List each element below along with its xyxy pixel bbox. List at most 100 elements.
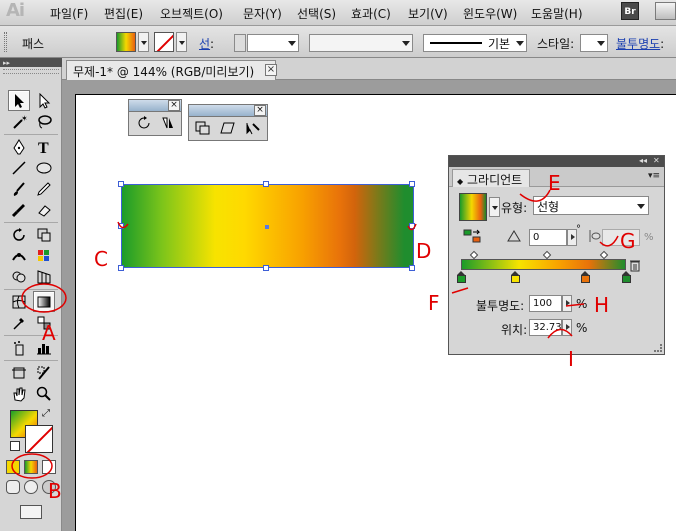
perspective-grid-tool-icon[interactable] [33,266,55,287]
bounding-box-handle[interactable] [409,223,415,229]
gradient-swatch-dropdown[interactable] [489,197,500,217]
panel-menu-icon[interactable]: ▾≡ [648,171,660,181]
panel-resize-grip[interactable] [654,344,662,352]
gradient-stop[interactable] [622,271,631,283]
close-flyout-icon[interactable]: × [254,105,266,116]
swap-fill-stroke-icon[interactable]: ⤢ [42,408,50,419]
scale-tool-icon[interactable] [194,120,212,136]
stop-opacity-field[interactable]: 100 [529,295,562,312]
shear-tool-icon[interactable] [219,120,237,136]
menu-item[interactable]: 보기(V) [408,5,448,22]
tools-panel-header[interactable]: ▸▸ [0,58,62,67]
close-panel-icon[interactable]: ✕ [653,156,660,165]
mesh-tool-icon[interactable] [8,291,30,312]
color-mode-button[interactable] [6,460,20,474]
gradient-panel-titlebar[interactable]: ◂◂ ✕ [449,156,664,167]
gradient-swatch[interactable] [459,193,487,221]
fill-swatch[interactable] [116,32,136,52]
blob-brush-tool-icon[interactable] [8,199,30,220]
symbol-sprayer-tool-icon[interactable] [8,337,30,358]
panel-options-toggle-icon[interactable]: ◆ [457,177,463,186]
rotate-tool-icon[interactable] [8,224,30,245]
default-colors-icon[interactable] [10,441,20,451]
stroke-weight-field[interactable] [247,34,299,52]
menu-item[interactable]: 효과(C) [351,5,391,22]
midpoint-diamond[interactable] [469,250,479,260]
menu-item[interactable]: 오브젝트(O) [160,5,223,22]
style-field[interactable] [580,34,608,52]
hand-tool-icon[interactable] [8,383,30,404]
menu-item[interactable]: 편집(E) [104,5,143,22]
bounding-box-handle[interactable] [409,181,415,187]
stroke-dropdown[interactable] [176,32,187,52]
scale-tool-icon[interactable] [33,224,55,245]
bounding-box-handle[interactable] [118,223,124,229]
midpoint-diamond[interactable] [599,250,609,260]
slice-tool-icon[interactable] [33,362,55,383]
stroke-weight-stepper[interactable] [234,34,246,52]
gradient-mode-button[interactable] [24,460,38,474]
menu-item[interactable]: 선택(S) [297,5,336,22]
draw-behind-icon[interactable] [24,480,38,494]
document-tab[interactable]: 무제-1* @ 144% (RGB/미리보기) × [66,60,277,80]
tools-panel-grip[interactable] [3,69,59,74]
gradient-slider-bar[interactable] [461,259,626,270]
gradient-type-select[interactable]: 선형 [533,196,649,215]
type-tool-icon[interactable]: T [33,136,55,157]
pencil-tool-icon[interactable] [33,178,55,199]
menu-item[interactable]: 윈도우(W) [463,5,517,22]
fill-dropdown[interactable] [138,32,149,52]
gradient-tool-icon[interactable] [33,291,55,312]
paintbrush-tool-icon[interactable] [8,178,30,199]
midpoint-diamond[interactable] [542,250,552,260]
rotate-tool-icon[interactable] [135,115,153,131]
selection-tool-icon[interactable] [8,90,30,111]
draw-normal-icon[interactable] [6,480,20,494]
bounding-box-handle[interactable] [263,265,269,271]
ellipse-tool-icon[interactable] [33,157,55,178]
bounding-box-handle[interactable] [118,265,124,271]
direct-selection-tool-icon[interactable] [33,90,55,111]
menu-item[interactable]: 파일(F) [50,5,88,22]
flyout-header[interactable]: × [129,100,181,112]
gradient-tab[interactable]: ◆ 그라디언트 [452,169,530,187]
flyout-header[interactable]: × [189,105,267,117]
reshape-tool-icon[interactable] [244,120,262,136]
opacity-link[interactable]: 불투명도 [616,37,660,51]
stop-opacity-spinner[interactable] [562,295,572,312]
column-graph-tool-icon[interactable] [33,337,55,358]
stroke-weight-link[interactable]: 선 [199,37,210,51]
close-document-icon[interactable]: × [265,64,277,76]
reflect-tool-icon[interactable] [159,115,177,131]
shape-builder-tool-icon[interactable] [8,266,30,287]
blend-tool-icon[interactable] [33,312,55,333]
variable-width-field[interactable] [309,34,413,52]
menu-item[interactable]: 도움말(H) [531,5,583,22]
screen-mode-icon[interactable] [20,505,42,519]
free-transform-tool-icon[interactable] [33,245,55,266]
stop-location-field[interactable]: 32.73 [529,319,562,336]
magic-wand-tool-icon[interactable]: ✶ [8,111,30,132]
none-mode-button[interactable] [42,460,56,474]
lasso-tool-icon[interactable] [33,111,55,132]
bounding-box-handle[interactable] [409,265,415,271]
zoom-tool-icon[interactable] [33,383,55,404]
artboard-tool-icon[interactable] [8,362,30,383]
stroke-color-box[interactable] [25,425,53,453]
close-flyout-icon[interactable]: × [168,100,180,111]
width-tool-icon[interactable] [8,245,30,266]
stop-location-spinner[interactable] [562,319,572,336]
collapse-panel-icon[interactable]: ◂◂ [639,156,647,165]
eyedropper-tool-icon[interactable] [8,312,30,333]
gradient-stop[interactable] [511,271,520,283]
gradient-stop[interactable] [580,271,590,283]
bounding-box-handle[interactable] [118,181,124,187]
line-segment-tool-icon[interactable] [8,157,30,178]
reverse-gradient-icon[interactable] [463,229,483,246]
control-bar-grip[interactable] [4,32,7,52]
eraser-tool-icon[interactable] [33,199,55,220]
aspect-ratio-field[interactable] [602,229,640,246]
stroke-swatch[interactable] [154,32,174,52]
draw-inside-icon[interactable] [42,480,56,494]
bridge-button[interactable]: Br [621,2,639,20]
